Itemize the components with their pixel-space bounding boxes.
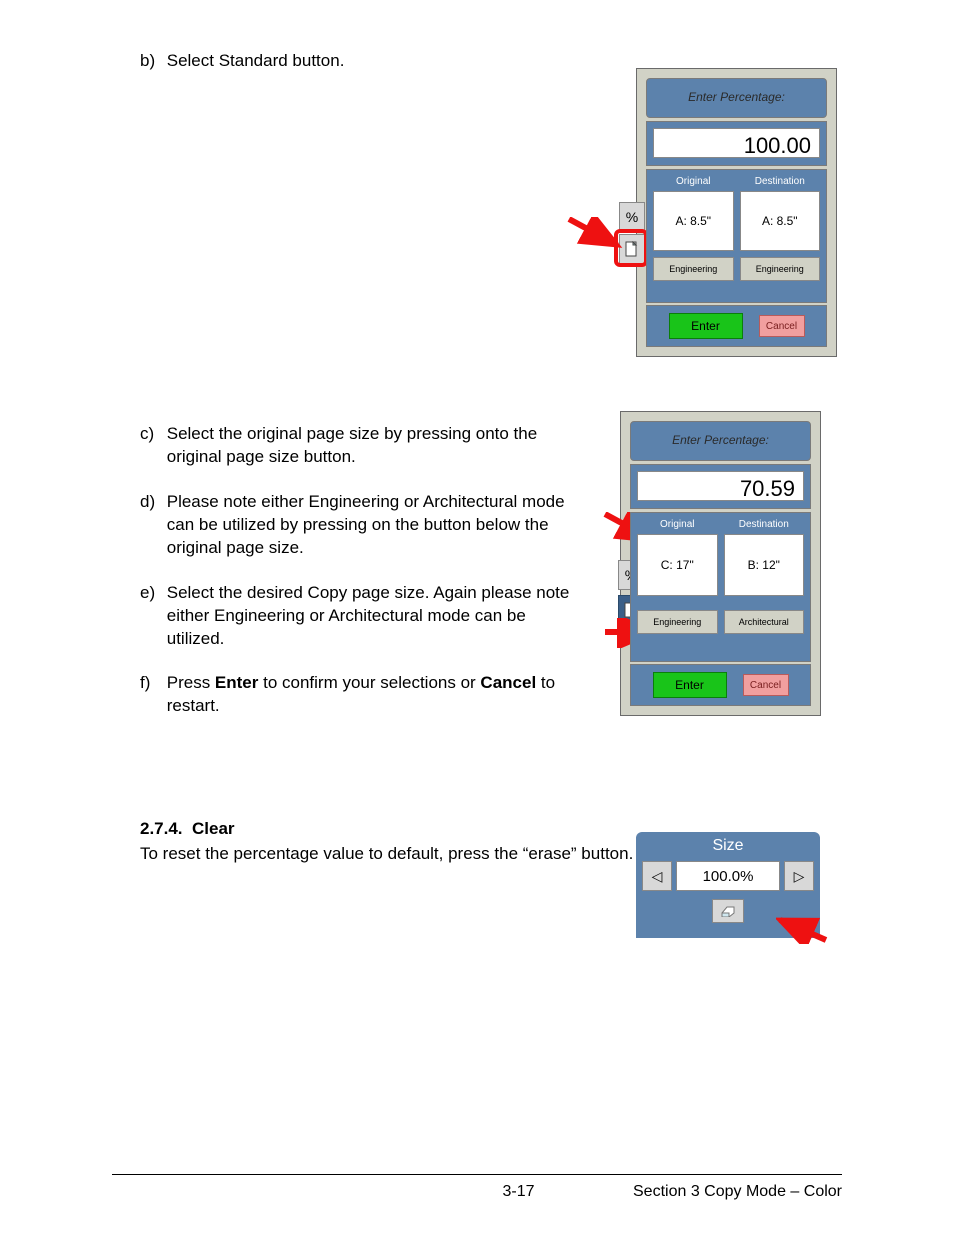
panel1-enter-button[interactable]: Enter [669,313,743,339]
panel2-original-mode-button[interactable]: Engineering [637,610,718,634]
step-d-text: Please note either Engineering or Archit… [167,491,587,560]
callout-arrow-icon [776,914,834,944]
page-number: 3-17 [502,1183,534,1201]
callout-arrow-icon [567,217,625,257]
triangle-right-icon: ▷ [794,868,805,885]
panel2-title: Enter Percentage: [631,422,810,447]
erase-button[interactable] [712,899,744,923]
percentage-panel-1: Enter Percentage: 100.00 % Original Dest… [636,68,837,357]
size-value[interactable]: 100.0% [676,861,780,891]
size-decrease-button[interactable]: ◁ [642,861,672,891]
percentage-panel-2: Enter Percentage: 70.59 % Original Desti… [620,411,821,716]
panel2-destination-mode-button[interactable]: Architectural [724,610,805,634]
step-f-label: f) [140,672,162,695]
panel1-destination-header: Destination [740,176,821,187]
panel1-value[interactable]: 100.00 [653,128,820,158]
panel2-value[interactable]: 70.59 [637,471,804,501]
panel2-cancel-button[interactable]: Cancel [743,674,789,696]
panel2-original-size-button[interactable]: C: 17" [637,534,718,596]
step-b-text: Select Standard button. [167,50,587,73]
step-b-label: b) [140,50,162,73]
step-d-label: d) [140,491,162,514]
footer-section: Section 3 Copy Mode – Color [633,1183,842,1201]
panel1-destination-size-button[interactable]: A: 8.5" [740,191,821,251]
eraser-icon [719,905,737,917]
step-f-text: Press Enter to confirm your selections o… [167,672,587,718]
panel1-cancel-button[interactable]: Cancel [759,315,805,337]
triangle-left-icon: ◁ [652,868,663,885]
panel2-destination-size-button[interactable]: B: 12" [724,534,805,596]
panel1-original-size-button[interactable]: A: 8.5" [653,191,734,251]
step-e-text: Select the desired Copy page size. Again… [167,582,587,651]
panel1-destination-mode-button[interactable]: Engineering [740,257,821,281]
size-panel: Size ◁ 100.0% ▷ [636,832,820,938]
size-title: Size [636,832,820,861]
panel2-original-header: Original [637,519,718,530]
panel2-destination-header: Destination [724,519,805,530]
panel1-original-header: Original [653,176,734,187]
step-c-text: Select the original page size by pressin… [167,423,587,469]
panel2-enter-button[interactable]: Enter [653,672,727,698]
size-increase-button[interactable]: ▷ [784,861,814,891]
page-footer: 3-17 Section 3 Copy Mode – Color [112,1174,842,1201]
panel1-title: Enter Percentage: [647,79,826,104]
panel1-original-mode-button[interactable]: Engineering [653,257,734,281]
step-c-label: c) [140,423,162,446]
step-e-label: e) [140,582,162,605]
